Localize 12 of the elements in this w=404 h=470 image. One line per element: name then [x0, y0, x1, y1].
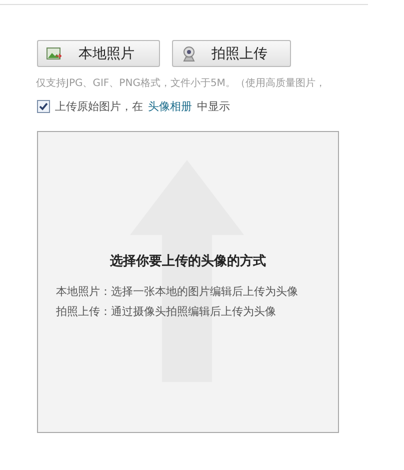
image-icon: [46, 46, 62, 60]
album-link[interactable]: 头像相册: [148, 99, 192, 114]
checkbox-label: 上传原始图片，在: [55, 99, 143, 114]
upload-option-button[interactable]: 拍照上传: [172, 40, 291, 67]
webcam-icon: [181, 46, 197, 62]
panel-title: 选择你要上传的头像的方式: [110, 252, 266, 270]
description-line: 拍照上传：通过摄像头拍照编辑后上传为头像: [56, 304, 276, 320]
checkbox[interactable]: [37, 100, 50, 113]
format-hint: 仅支持JPG、GIF、PNG格式，文件小于5M。（使用高质量图片，: [36, 76, 326, 90]
checkbox-label: 中显示: [197, 99, 230, 114]
description-line: 本地照片：选择一张本地的图片编辑后上传为头像: [56, 284, 298, 300]
upload-option-button[interactable]: 本地照片: [37, 40, 160, 67]
